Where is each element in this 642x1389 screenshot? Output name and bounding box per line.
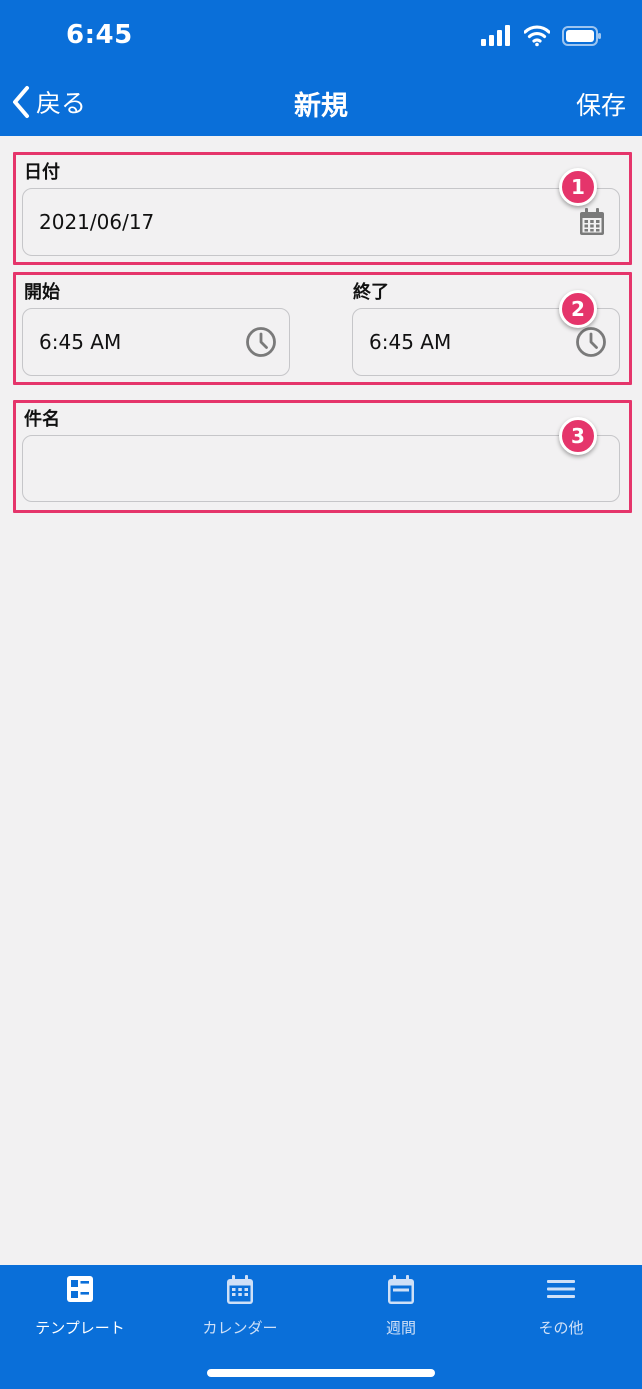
menu-icon [547,1280,575,1298]
tab-week[interactable]: 週間 [321,1265,481,1355]
navigation-bar: 戻る 新規 保存 [0,70,642,136]
calendar-icon [227,1275,253,1304]
status-bar: 6:45 [0,0,642,70]
tab-template-label: テンプレート [35,1319,125,1337]
tab-week-label: 週間 [385,1319,416,1337]
tab-other-label: その他 [538,1319,584,1337]
annotation-badge-3: 3 [559,417,597,455]
annotation-box-2 [13,272,632,385]
annotation-box-3 [13,400,632,513]
status-time: 6:45 [66,20,133,50]
signal-icon [481,25,510,46]
status-icons [480,24,602,48]
tab-other[interactable]: その他 [481,1265,641,1355]
week-icon [388,1275,414,1304]
page-title: 新規 [294,91,348,122]
annotation-box-1 [13,152,632,265]
home-indicator [207,1369,435,1377]
battery-icon [562,26,601,46]
tab-calendar-label: カレンダー [202,1319,278,1337]
tab-template[interactable]: テンプレート [0,1265,160,1355]
annotation-badge-2: 2 [559,290,597,328]
template-icon [67,1276,93,1302]
tab-calendar[interactable]: カレンダー [160,1265,320,1355]
save-button[interactable]: 保存 [576,86,626,122]
wifi-icon [524,25,550,47]
annotation-badge-1: 1 [559,168,597,206]
